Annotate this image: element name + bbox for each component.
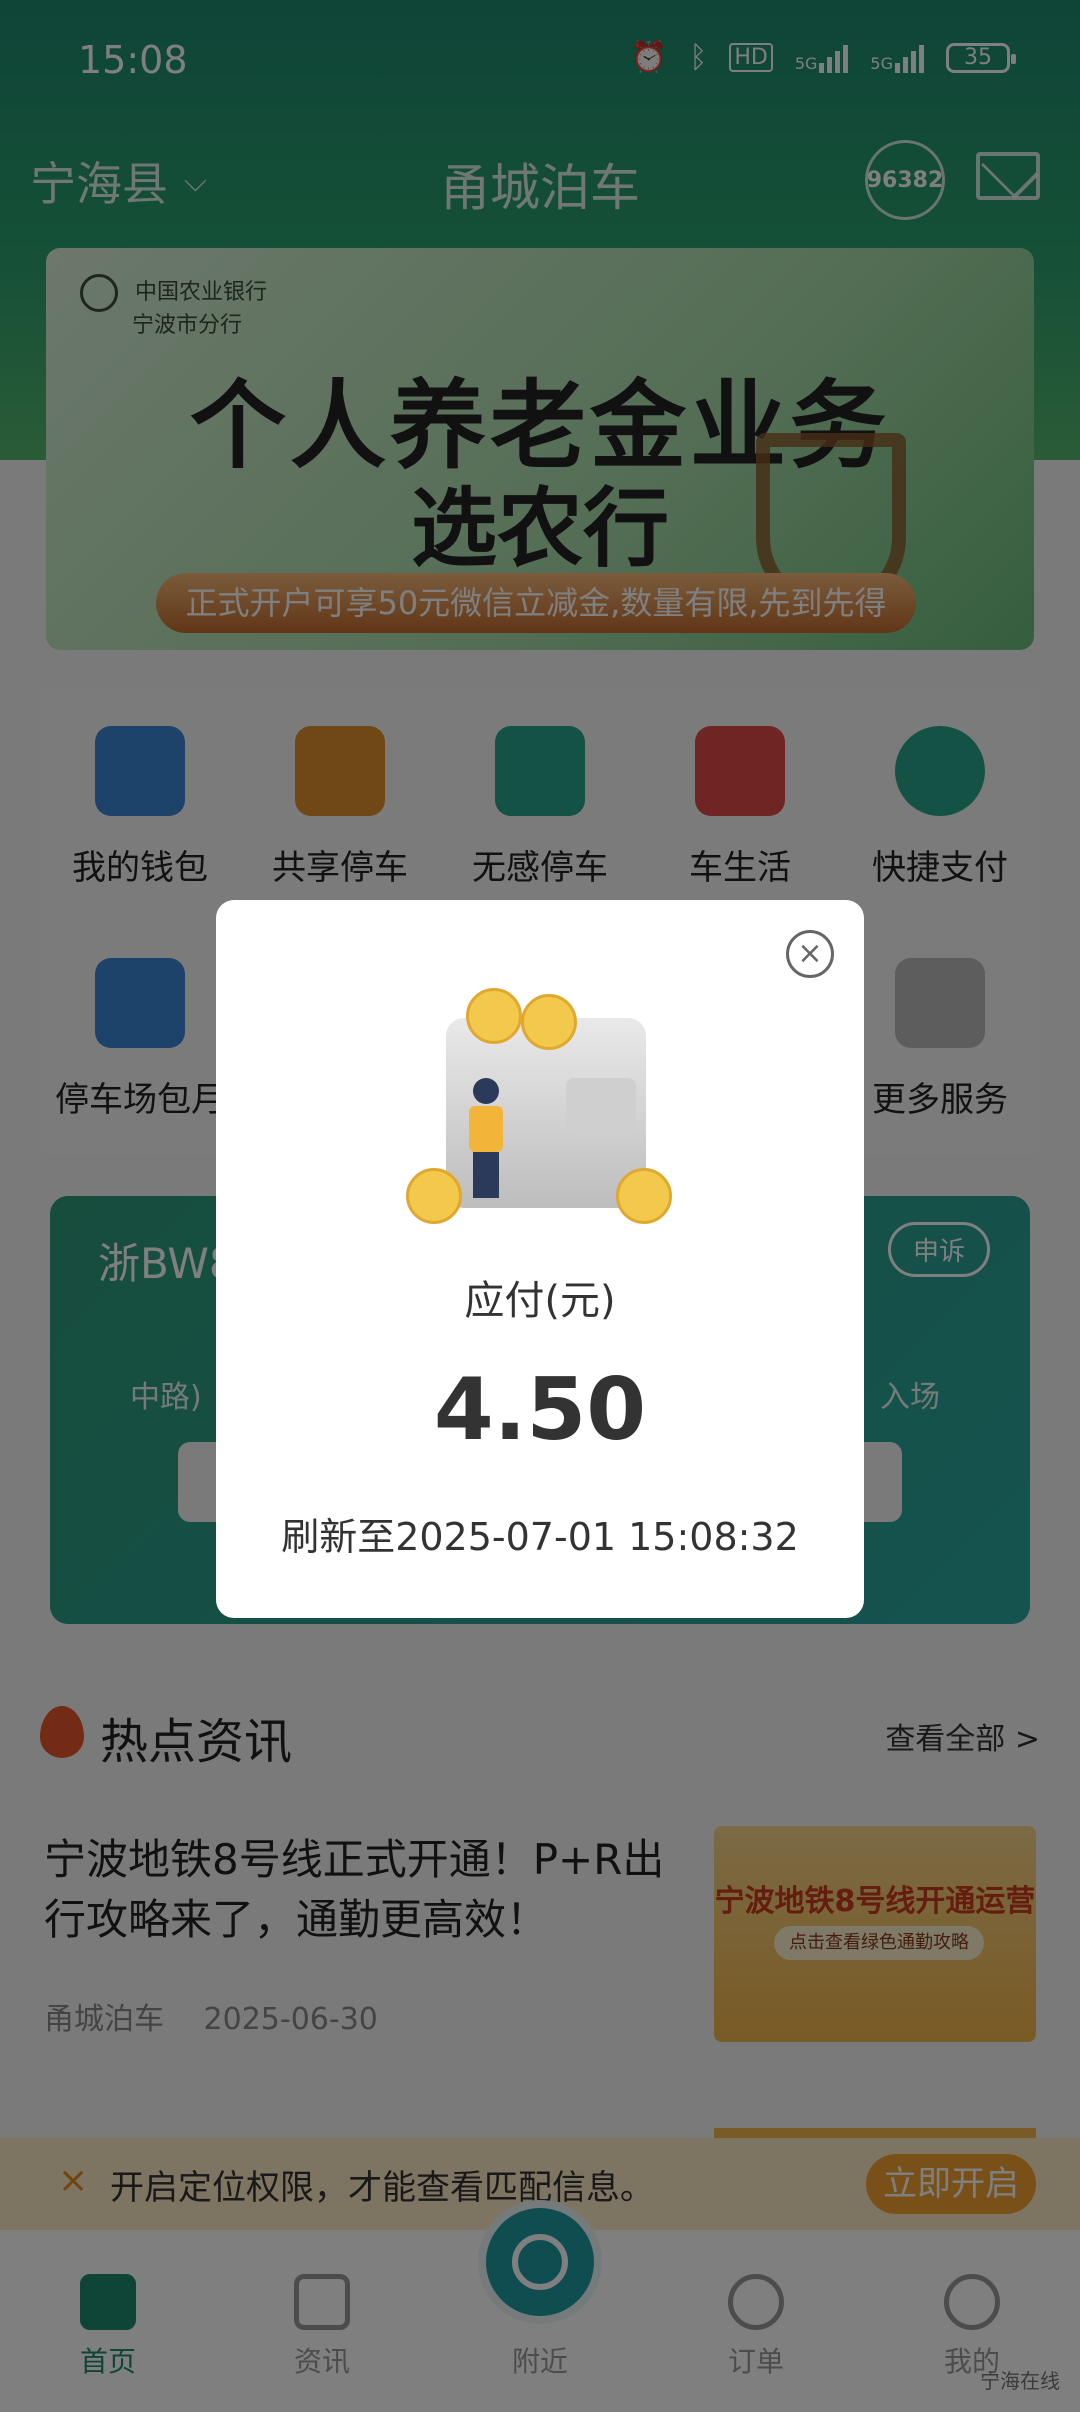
wallet-illustration [406, 988, 672, 1228]
coin-icon [521, 994, 577, 1050]
coin-icon [466, 988, 522, 1044]
close-icon[interactable]: × [786, 930, 834, 978]
coin-icon [406, 1168, 462, 1224]
payable-label: 应付(元) [464, 1278, 616, 1324]
wallet-clasp [566, 1078, 636, 1134]
payment-dialog: × 应付(元) 4.50 刷新至2025-07-01 15:08:32 [216, 900, 864, 1618]
coin-icon [616, 1168, 672, 1224]
payable-amount: 4.50 [433, 1360, 647, 1460]
refresh-time: 刷新至2025-07-01 15:08:32 [281, 1515, 799, 1559]
person-figure [466, 1078, 506, 1198]
